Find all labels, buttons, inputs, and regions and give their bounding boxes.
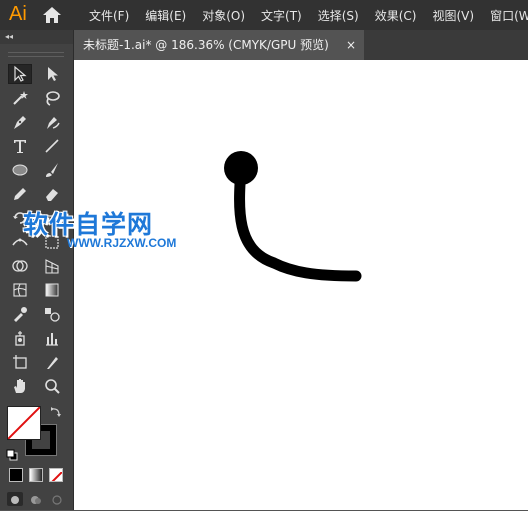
menu-view[interactable]: 视图(V)	[432, 7, 474, 24]
column-graph-tool-icon[interactable]	[40, 328, 64, 348]
none-mode-button[interactable]	[49, 468, 63, 482]
watermark: 软件自学网 WWW.RJZXW.COM	[23, 205, 177, 257]
menu-effect[interactable]: 效果(C)	[375, 7, 417, 24]
menu-type[interactable]: 文字(T)	[261, 7, 302, 24]
panel-grip[interactable]	[8, 52, 64, 57]
pen-tool-icon[interactable]	[8, 112, 32, 132]
draw-behind-icon[interactable]	[28, 492, 44, 506]
menu-select[interactable]: 选择(S)	[318, 7, 359, 24]
ellipse-tool-icon[interactable]	[8, 160, 32, 180]
menu-file[interactable]: 文件(F)	[89, 7, 129, 24]
symbol-sprayer-tool-icon[interactable]	[8, 328, 32, 348]
menu-object[interactable]: 对象(O)	[202, 7, 245, 24]
app-logo: Ai	[9, 3, 27, 25]
lasso-tool-icon[interactable]	[40, 88, 64, 108]
shape-builder-tool-icon[interactable]	[8, 256, 32, 276]
eraser-tool-icon[interactable]	[40, 184, 64, 204]
hand-tool-icon[interactable]	[8, 376, 32, 396]
curvature-tool-icon[interactable]	[40, 112, 64, 132]
selection-tool-icon[interactable]	[8, 64, 32, 84]
line-segment-tool-icon[interactable]	[40, 136, 64, 156]
curved-stroke	[234, 162, 362, 282]
mesh-tool-icon[interactable]	[8, 280, 32, 300]
main-menu: 文件(F) 编辑(E) 对象(O) 文字(T) 选择(S) 效果(C) 视图(V…	[89, 7, 528, 24]
eyedropper-tool-icon[interactable]	[8, 304, 32, 324]
perspective-grid-tool-icon[interactable]	[40, 256, 64, 276]
tools-panel: ◂◂	[0, 30, 74, 510]
pencil-tool-icon[interactable]	[8, 184, 32, 204]
menu-bar: Ai 文件(F) 编辑(E) 对象(O) 文字(T) 选择(S) 效果(C) 视…	[0, 0, 528, 30]
direct-selection-tool-icon[interactable]	[40, 64, 64, 84]
default-colors-icon[interactable]	[6, 446, 18, 461]
menu-window[interactable]: 窗口(W)	[490, 7, 528, 24]
document-tab[interactable]: 未标题-1.ai* @ 186.36% (CMYK/GPU 预览) ×	[74, 30, 364, 60]
menu-edit[interactable]: 编辑(E)	[145, 7, 186, 24]
panel-collapse-button[interactable]: ◂◂	[0, 30, 73, 44]
swap-fill-stroke-icon[interactable]	[49, 404, 63, 418]
gradient-mode-button[interactable]	[29, 468, 43, 482]
close-tab-icon[interactable]: ×	[346, 30, 356, 60]
color-mode-button[interactable]	[9, 468, 23, 482]
type-tool-icon[interactable]	[8, 136, 32, 156]
slice-tool-icon[interactable]	[40, 352, 64, 372]
magic-wand-tool-icon[interactable]	[8, 88, 32, 108]
document-tab-bar: 未标题-1.ai* @ 186.36% (CMYK/GPU 预览) ×	[74, 30, 528, 60]
watermark-url: WWW.RJZXW.COM	[67, 236, 177, 250]
drawn-path[interactable]	[74, 60, 528, 510]
paintbrush-tool-icon[interactable]	[40, 160, 64, 180]
artboard-canvas[interactable]	[74, 60, 528, 510]
draw-inside-icon[interactable]	[49, 492, 65, 506]
home-icon[interactable]	[41, 5, 63, 25]
document-tab-label: 未标题-1.ai* @ 186.36% (CMYK/GPU 预览)	[83, 38, 329, 52]
artboard-tool-icon[interactable]	[8, 352, 32, 372]
draw-normal-icon[interactable]	[7, 492, 23, 506]
blend-tool-icon[interactable]	[40, 304, 64, 324]
fill-swatch[interactable]	[7, 406, 41, 440]
zoom-tool-icon[interactable]	[40, 376, 64, 396]
gradient-tool-icon[interactable]	[40, 280, 64, 300]
